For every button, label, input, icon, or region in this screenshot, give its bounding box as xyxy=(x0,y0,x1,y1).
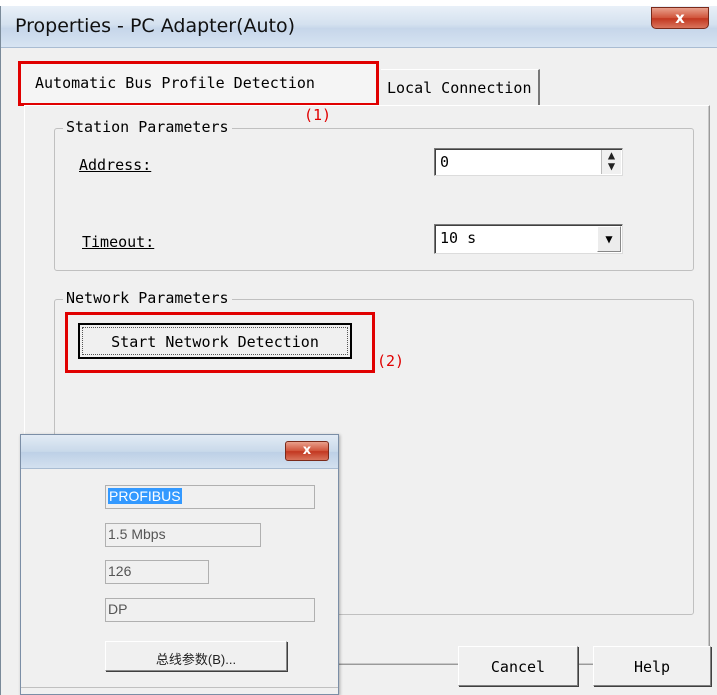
close-icon: x xyxy=(675,9,685,27)
popup-title-bar: x xyxy=(21,435,338,469)
baudrate-field: 1.5 Mbps xyxy=(105,523,261,547)
timeout-value: 10 s xyxy=(440,229,477,247)
tab-label: Local Connection xyxy=(387,79,532,97)
help-button[interactable]: Help xyxy=(593,646,711,686)
protocol-field: DP xyxy=(105,598,315,622)
button-label: Start Network Detection xyxy=(111,333,319,351)
timeout-label: Timeout: xyxy=(82,233,154,251)
popup-close-button[interactable]: x xyxy=(285,441,329,461)
spinner-icon[interactable]: ▲ ▼ xyxy=(601,149,621,174)
chevron-down-icon[interactable]: ▼ xyxy=(597,226,621,252)
network-parameters-legend: Network Parameters xyxy=(63,289,232,307)
timeout-dropdown[interactable]: 10 s ▼ xyxy=(434,224,623,254)
highest-address-value: 126 xyxy=(108,563,132,579)
window-title: Properties - PC Adapter(Auto) xyxy=(15,15,296,37)
address-label: Address: xyxy=(79,156,151,174)
tab-automatic-bus-profile-detection[interactable]: Automatic Bus Profile Detection xyxy=(18,61,379,106)
cancel-label: Cancel xyxy=(490,658,546,676)
start-network-detection-button[interactable]: Start Network Detection xyxy=(78,323,352,359)
bus-profile-popup: x PROFIBUS 1.5 Mbps 126 DP 总线参数(B)... xyxy=(20,434,339,695)
address-spinbox[interactable]: 0 ▲ ▼ xyxy=(434,148,623,176)
timeout-label-text: Timeout: xyxy=(82,233,155,251)
highest-address-field: 126 xyxy=(105,560,209,584)
cancel-button[interactable]: Cancel xyxy=(458,646,578,686)
profile-value: PROFIBUS xyxy=(108,488,182,504)
profile-field: PROFIBUS xyxy=(105,485,315,509)
annotation-button: (2) xyxy=(377,352,405,370)
protocol-value: DP xyxy=(108,601,128,617)
tab-label: Automatic Bus Profile Detection xyxy=(35,74,315,92)
station-parameters-legend: Station Parameters xyxy=(63,118,232,136)
title-bar: Properties - PC Adapter(Auto) x xyxy=(1,6,717,48)
close-button[interactable]: x xyxy=(651,7,709,29)
address-value: 0 xyxy=(440,153,450,171)
address-label-text: Address: xyxy=(79,156,152,174)
help-label: Help xyxy=(633,658,671,676)
tab-local-connection[interactable]: Local Connection xyxy=(381,69,540,105)
bus-parameters-button[interactable]: 总线参数(B)... xyxy=(105,641,287,671)
divider xyxy=(21,687,338,688)
button-focus-ring: Start Network Detection xyxy=(82,327,348,355)
baudrate-value: 1.5 Mbps xyxy=(108,526,166,542)
close-icon: x xyxy=(302,443,312,458)
bus-parameters-label: 总线参数(B)... xyxy=(155,652,237,667)
